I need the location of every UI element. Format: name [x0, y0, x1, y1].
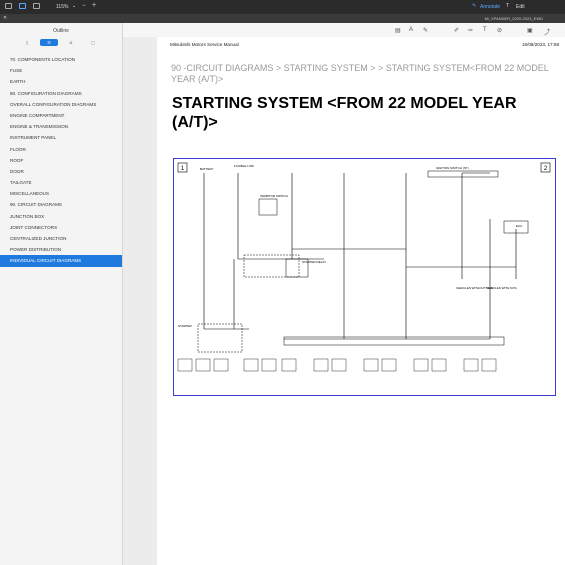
sidebar-view-switcher: ▯ ☰ ◘ ▢ — [18, 39, 102, 46]
tab-thumbnails[interactable]: ▯ — [18, 39, 36, 46]
sidebar-title: Outline — [53, 28, 69, 34]
outline-item[interactable]: OVERALL CONFIGURATION DIAGRAMS — [0, 99, 122, 110]
outline-item[interactable]: 90. CIRCUIT DIAGRAMS — [0, 199, 122, 210]
signature-icon[interactable]: ▣ — [527, 27, 533, 34]
zoom-out-icon[interactable]: − — [82, 3, 86, 9]
ecu-label: ECU — [516, 224, 522, 228]
highlight-icon[interactable]: ✎ — [423, 27, 428, 34]
markup-toolbar: ▤ A ✎ ✐ ✑ T ⊘ ▣ ⤴ — [123, 23, 565, 38]
outline-item[interactable]: TAILGATE — [0, 177, 122, 188]
text-edit-icon[interactable]: T — [506, 3, 509, 9]
circuit-diagram: 1 2 BATTERY FUSIBLE LINK IGNITION SWITCH… — [173, 158, 556, 396]
circuit-diagram-drawing: 1 2 BATTERY FUSIBLE LINK IGNITION SWITCH… — [177, 162, 551, 372]
inhibitor-switch-label: INHIBITOR SWITCH — [260, 194, 288, 198]
ground-bus-symbol — [283, 336, 505, 346]
zoom-in-icon[interactable]: + — [92, 2, 96, 9]
breadcrumb[interactable]: 90 -CIRCUIT DIAGRAMS > STARTING SYSTEM >… — [171, 63, 551, 85]
outline-item[interactable]: JUNCTION BOX — [0, 211, 122, 222]
outline-item[interactable]: ENGINE COMPARTMENT — [0, 110, 122, 121]
wiring — [203, 172, 517, 340]
fusible-link-label: FUSIBLE LINK — [234, 164, 254, 168]
outline-item[interactable]: INSTRUMENT PANEL — [0, 132, 122, 143]
outline-item[interactable]: CENTRALIZED JUNCTION — [0, 233, 122, 244]
grid-view-icon[interactable] — [33, 3, 40, 9]
connector-tables — [177, 358, 497, 372]
outline-item[interactable]: ROOF — [0, 155, 122, 166]
tab-bookmarks[interactable]: ▢ — [84, 39, 102, 46]
ignition-switch-label: IGNITION SWITCH (ST) — [436, 166, 469, 170]
inhibitor-switch-symbol — [258, 198, 278, 216]
chevron-down-icon[interactable]: ⌄ — [72, 3, 76, 9]
page-marker-right-text: 2 — [544, 166, 548, 172]
zoom-level[interactable]: 115% — [56, 4, 68, 10]
file-tab-bar: ✕ Mi_XPANDER_2020-2023_EWD — [0, 14, 565, 23]
outline-item[interactable]: MISCELLANEOUS — [0, 188, 122, 199]
outline-sidebar: Outline ▯ ☰ ◘ ▢ 70. COMPONENTS LOCATION … — [0, 23, 123, 565]
document-page: Mitsubishi Motors Service Manual 16/08/2… — [157, 37, 565, 565]
tab-outline[interactable]: ☰ — [40, 39, 58, 46]
outline-item[interactable]: JOINT CONNECTORS — [0, 222, 122, 233]
marker-icon[interactable]: ✑ — [468, 27, 473, 34]
vehicles-with-kos-label: VEHICLES WITH KOS — [486, 286, 517, 290]
edit-button[interactable]: Edit — [516, 4, 525, 10]
thumbnail-view-icon[interactable] — [19, 3, 26, 9]
page-icon: ▯ — [25, 40, 29, 45]
annotate-icon[interactable]: ✎ — [472, 3, 476, 9]
page-marker-left-text: 1 — [181, 166, 185, 172]
page-title: STARTING SYSTEM <FROM 22 MODEL YEAR (A/T… — [172, 95, 517, 131]
ignition-switch-symbol — [427, 170, 499, 178]
pen-icon[interactable]: ✐ — [454, 27, 459, 34]
back-icon[interactable]: ✕ — [3, 15, 7, 21]
outline-item[interactable]: POWER DISTRIBUTION — [0, 244, 122, 255]
link-icon[interactable]: ⊘ — [497, 27, 502, 34]
sidebar-toggle-icon[interactable] — [5, 3, 12, 9]
outline-item[interactable]: ENGINE & TRANSMISSION — [0, 121, 122, 132]
outline-item[interactable]: 70. COMPONENTS LOCATION — [0, 54, 122, 65]
page-header-right: 16/08/2023, 17:58 — [521, 42, 559, 47]
starter-symbol — [197, 323, 243, 353]
outline-item[interactable]: FLOOR — [0, 144, 122, 155]
battery-label: BATTERY — [200, 167, 214, 171]
outline-item[interactable]: FUSE — [0, 65, 122, 76]
text-box-icon[interactable]: ▤ — [395, 27, 401, 34]
document-gutter — [123, 37, 157, 565]
annotate-button[interactable]: Annotate — [480, 4, 500, 10]
bookmark-icon: ◘ — [69, 40, 73, 45]
outline-item[interactable]: EARTH — [0, 76, 122, 87]
outline-item[interactable]: 80. CONFIGURATION DIAGRAMS — [0, 88, 122, 99]
starter-label: STARTER — [178, 324, 193, 328]
file-name: Mi_XPANDER_2020-2023_EWD — [484, 16, 543, 21]
window-titlebar: 115% ⌄ − + ✎ Annotate T Edit — [0, 0, 565, 14]
page-header-left: Mitsubishi Motors Service Manual — [170, 42, 239, 47]
tab-annotations[interactable]: ◘ — [62, 39, 80, 46]
starter-relay-symbol — [243, 254, 300, 278]
outline-item-selected[interactable]: INDIVIDUAL CIRCUIT DIAGRAMS — [0, 255, 122, 267]
outline-item[interactable]: DOOR — [0, 166, 122, 177]
font-icon[interactable]: A — [409, 27, 413, 33]
starter-relay-label: STARTER RELAY — [302, 260, 326, 264]
share-icon[interactable]: ⤴ — [544, 27, 550, 36]
list-icon: ☰ — [47, 40, 51, 45]
search-icon: ▢ — [91, 40, 95, 45]
outline-list: 70. COMPONENTS LOCATION FUSE EARTH 80. C… — [0, 54, 122, 267]
text-tool-icon[interactable]: T — [483, 27, 487, 33]
